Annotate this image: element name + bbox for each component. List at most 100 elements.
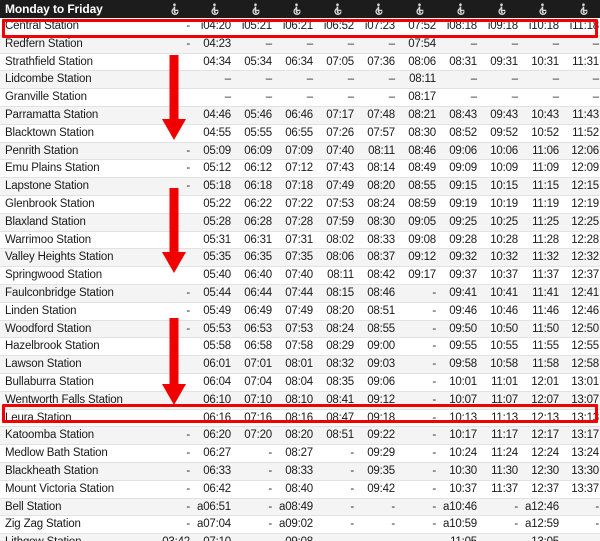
departure-time-cell: 06:27	[195, 444, 236, 463]
departure-time-cell: -	[359, 533, 400, 541]
table-row[interactable]: Granville Station – – – – –08:17– – – –	[0, 88, 600, 107]
departure-time-cell: -	[155, 444, 195, 463]
departure-time-cell: 12:07	[523, 391, 564, 410]
table-row[interactable]: Medlow Bath Station -06:27-08:27-09:29-10…	[0, 444, 600, 463]
departure-time-cell: 06:28	[236, 213, 277, 232]
table-row[interactable]: Mount Victoria Station -06:42-08:40-09:42…	[0, 480, 600, 499]
departure-time-cell: 11:06	[523, 142, 564, 161]
departure-time-cell: 07:31	[277, 231, 318, 250]
departure-time-cell: 12:13	[523, 409, 564, 428]
departure-time-cell: 10:01	[441, 373, 482, 392]
departure-time-cell: –	[195, 88, 236, 107]
departure-time-cell: –	[318, 35, 359, 54]
departure-time-cell: 07:53	[318, 195, 359, 214]
table-row[interactable]: Zig Zag Station - a07:04- a09:02- - - a10:59- a…	[0, 515, 600, 535]
departure-time-cell: –	[441, 35, 482, 54]
station-name-cell: Linden Station	[0, 302, 155, 321]
table-row[interactable]: Parramatta Station 04:46 05:46 06:46 07:17 07…	[0, 106, 600, 125]
departure-time-cell	[155, 195, 195, 214]
table-row[interactable]: Central Station - i04:20 i05:21 i06:21 i06:52…	[0, 18, 600, 36]
table-row[interactable]: Emu Plains Station -05:12 06:12 07:12 07:43 0…	[0, 159, 600, 179]
departure-time-cell: 12:41	[564, 284, 600, 303]
table-row[interactable]: Katoomba Station -06:20 07:20 08:20 08:51 09:…	[0, 426, 600, 446]
departure-time-cell: 10:24	[441, 444, 482, 463]
table-row[interactable]: Leura Station 06:16 07:16 08:16 08:47 09:18-1…	[0, 409, 600, 428]
departure-time-cell: 09:42	[359, 480, 400, 499]
departure-time-cell: 09:43	[482, 106, 523, 125]
departure-time-cell: a12:59	[523, 515, 564, 535]
table-row[interactable]: Redfern Station -04:23– – – –07:54– – – –	[0, 35, 600, 54]
departure-time-cell: -	[155, 480, 195, 499]
table-row[interactable]: Wentworth Falls Station 06:10 07:10 08:10 08…	[0, 391, 600, 410]
station-name-cell: Strathfield Station	[0, 53, 155, 72]
departure-time-cell: 10:32	[482, 248, 523, 268]
departure-time-cell: 10:13	[441, 409, 482, 428]
departure-time-cell: 08:20	[277, 426, 318, 446]
departure-time-cell: –	[564, 35, 600, 54]
station-name-cell: Hazelbrook Station	[0, 337, 155, 357]
table-row[interactable]: Glenbrook Station 05:22 06:22 07:22 07:53 08:…	[0, 195, 600, 214]
table-row[interactable]: Springwood Station 05:40 06:40 07:40 08:11 08…	[0, 266, 600, 285]
departure-time-cell: 08:21	[400, 106, 441, 125]
table-row[interactable]: Lapstone Station -05:18 06:18 07:18 07:49 08:…	[0, 177, 600, 196]
header-row: Monday to Friday	[0, 0, 600, 18]
departure-time-cell: 08:24	[318, 320, 359, 339]
departure-time-cell: 04:23	[195, 35, 236, 54]
departure-time-cell: 08:14	[359, 159, 400, 179]
departure-time-cell: i05:21	[236, 18, 277, 36]
departure-time-cell: 11:55	[523, 337, 564, 357]
table-row[interactable]: Lawson Station 06:01 07:01 08:01 08:32 09:03-…	[0, 355, 600, 374]
departure-time-cell: 12:17	[523, 426, 564, 446]
departure-time-cell: –	[195, 70, 236, 90]
departure-time-cell: i09:18	[482, 18, 523, 36]
departure-time-cell: -	[400, 320, 441, 339]
departure-time-cell: 12:32	[564, 248, 600, 268]
table-row[interactable]: Linden Station -05:49 06:49 07:49 08:20 08:51…	[0, 302, 600, 321]
table-row[interactable]: Lithgow Station03:4207:10-09:08---11:05-…	[0, 533, 600, 541]
departure-time-cell: 12:19	[564, 195, 600, 214]
table-row[interactable]: Hazelbrook Station 05:58 06:58 07:58 08:29 09…	[0, 337, 600, 357]
table-row[interactable]: Strathfield Station 04:34 05:34 06:34 07:05 0…	[0, 53, 600, 72]
departure-time-cell: 09:12	[359, 391, 400, 410]
wheelchair-accessible-icon	[277, 0, 318, 18]
table-row[interactable]: Valley Heights Station 05:35 06:35 07:35 08:…	[0, 248, 600, 268]
departure-time-cell: 05:12	[195, 159, 236, 179]
departure-time-cell: 13:13	[564, 409, 600, 428]
departure-time-cell: -	[482, 533, 523, 541]
departure-time-cell: a10:59	[441, 515, 482, 535]
departure-time-cell: 09:06	[359, 373, 400, 392]
table-row[interactable]: Penrith Station -05:09 06:09 07:09 07:40 08:1…	[0, 142, 600, 161]
departure-time-cell: –	[441, 88, 482, 107]
departure-time-cell: 10:50	[482, 320, 523, 339]
departure-time-cell: 13:01	[564, 373, 600, 392]
table-row[interactable]: Warrimoo Station 05:31 06:31 07:31 08:02 08:3…	[0, 231, 600, 250]
departure-time-cell: 06:22	[236, 195, 277, 214]
departure-time-cell: -	[236, 444, 277, 463]
departure-time-cell: 05:55	[236, 124, 277, 143]
table-row[interactable]: Blackheath Station -06:33-08:33-09:35-10:…	[0, 462, 600, 481]
table-row[interactable]: Bullaburra Station 06:04 07:04 08:04 08:35 09…	[0, 373, 600, 392]
table-row[interactable]: Blacktown Station 04:55 05:55 06:55 07:26 07:…	[0, 124, 600, 143]
departure-time-cell: 07:49	[318, 177, 359, 196]
departure-time-cell: 05:53	[195, 320, 236, 339]
departure-time-cell: 08:30	[359, 213, 400, 232]
departure-time-cell: 07:44	[277, 284, 318, 303]
table-row[interactable]: Faulconbridge Station -05:44 06:44 07:44 08:…	[0, 284, 600, 303]
departure-time-cell: 10:41	[482, 284, 523, 303]
departure-time-cell: 08:46	[400, 142, 441, 161]
page-title: Monday to Friday	[5, 2, 103, 16]
table-row[interactable]: Lidcombe Station – – – – –08:11– – – –	[0, 70, 600, 90]
table-row[interactable]: Bell Station - a06:51- a08:49- - - a10:46- a12:…	[0, 498, 600, 517]
departure-time-cell: 05:22	[195, 195, 236, 214]
departure-time-cell: 11:07	[482, 391, 523, 410]
table-row[interactable]: Woodford Station -05:53 06:53 07:53 08:24 08:…	[0, 320, 600, 339]
departure-time-cell: 13:30	[564, 462, 600, 481]
station-name-cell: Katoomba Station	[0, 426, 155, 446]
departure-time-cell: -	[318, 480, 359, 499]
departure-time-cell: 06:10	[195, 391, 236, 410]
departure-time-cell: 08:02	[318, 231, 359, 250]
departure-time-cell: 08:32	[318, 355, 359, 374]
departure-time-cell: 09:09	[441, 159, 482, 179]
departure-time-cell: 13:24	[564, 444, 600, 463]
table-row[interactable]: Blaxland Station 05:28 06:28 07:28 07:59 08:3…	[0, 213, 600, 232]
